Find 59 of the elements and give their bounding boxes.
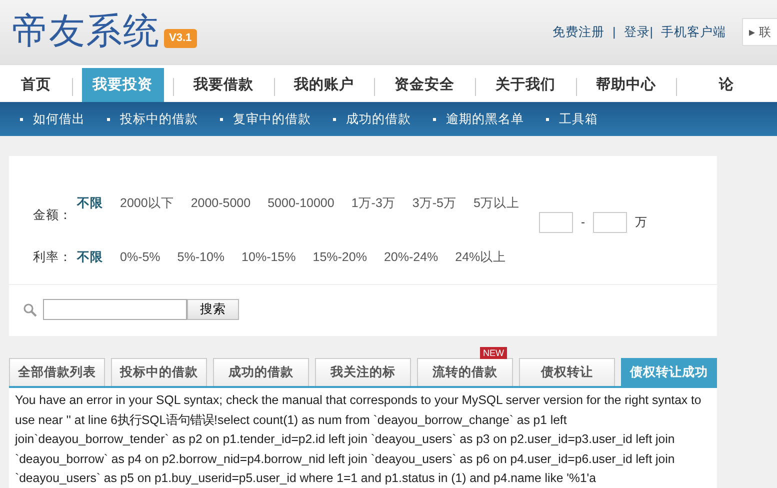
filter-option[interactable]: 3万-5万 <box>412 194 456 213</box>
corner-button[interactable]: ▸ 联 <box>742 18 777 46</box>
subnav-link[interactable]: 成功的借款 <box>346 110 411 128</box>
subnav-link[interactable]: 逾期的黑名单 <box>446 110 524 128</box>
filter-option[interactable]: 不限 <box>77 194 103 213</box>
unit-label: 万 <box>635 214 647 231</box>
filter-label: 金额： <box>32 207 73 224</box>
filter-option[interactable]: 2000-5000 <box>190 194 251 213</box>
filter-option[interactable]: 5万以上 <box>473 194 520 213</box>
nav-tab[interactable]: 关于我们 <box>474 68 576 102</box>
range-separator: - <box>581 214 585 231</box>
tab[interactable]: 我关注的标 <box>315 358 411 386</box>
filter-option[interactable]: 24%以上 <box>455 248 506 267</box>
search-button[interactable]: 搜索 <box>187 299 239 320</box>
nav-tab[interactable]: 帮助中心 <box>576 68 676 102</box>
nav-tab[interactable]: 我要借款 <box>172 68 274 102</box>
filter-option[interactable]: 0%-5% <box>120 248 160 267</box>
filter-option[interactable]: 5%-10% <box>177 248 225 267</box>
filter-option[interactable]: 20%-24% <box>384 248 438 267</box>
filter-option[interactable]: 不限 <box>77 248 103 267</box>
header-link[interactable]: 手机客户端 <box>661 22 726 42</box>
header-link[interactable]: 登录| <box>624 22 653 42</box>
nav-tab[interactable]: 我的账户 <box>274 68 374 102</box>
filter-option[interactable]: 1万-3万 <box>351 194 396 213</box>
max-amount-field[interactable] <box>593 212 627 232</box>
nav-tab[interactable]: 论 <box>676 68 777 102</box>
filter-option[interactable]: 2000以下 <box>120 194 174 213</box>
tab[interactable]: 投标中的借款 <box>111 358 207 386</box>
tab[interactable]: 成功的借款 <box>213 358 309 386</box>
error-message: You have an error in your SQL syntax; check the manual that corresponds to your MySQL server version for the right syntax to use near '' at line 6执行SQL语句错误!select count(1) as num from `deayou_borrow_change` as p1 left join`deayou_borrow_tender` as p2 on p1.tender_id=p2.id left join `deayou_users` as p3 on p2.user_id=p3.user_id left join `deayou_borrow` as p4 on p2.borrow_nid=p4.borrow_nid left join `deayou_users` as p6 on p4.user_id=p6.user_id left join `deayou_users` as p5 on p1.buy_userid=p5.user_id where 1=1 and p1.status in (1) and p4.name like '%1'a <box>9 388 717 488</box>
filter-option[interactable]: 15%-20% <box>312 248 367 267</box>
subnav-link[interactable]: 工具箱 <box>559 110 598 128</box>
search-icon <box>23 302 37 316</box>
link-separator: | <box>612 24 616 41</box>
bullet-icon <box>546 118 549 120</box>
subnav-link[interactable]: 如何借出 <box>33 110 85 128</box>
corner-label: 联 <box>759 24 771 41</box>
bullet-icon <box>107 118 110 120</box>
header-link[interactable]: 免费注册 <box>552 22 604 42</box>
filter-label: 利率： <box>32 249 73 266</box>
version-badge: V3.1 <box>164 29 197 48</box>
tab[interactable]: 债权转让 <box>519 358 615 386</box>
filter-option[interactable]: 10%-15% <box>242 248 296 267</box>
bullet-icon <box>333 118 336 120</box>
subnav-link[interactable]: 复审中的借款 <box>233 110 311 128</box>
search-field[interactable] <box>43 299 187 320</box>
nav-tab[interactable]: 资金安全 <box>374 68 475 102</box>
tab[interactable]: 全部借款列表 <box>9 358 105 386</box>
bullet-icon <box>20 118 23 120</box>
new-badge: NEW <box>480 347 507 359</box>
tab[interactable]: 流转的借款 <box>417 358 513 386</box>
nav-tab[interactable]: 首页 <box>0 68 72 102</box>
logo[interactable]: 帝友系统 <box>12 14 160 50</box>
min-amount-field[interactable] <box>539 212 573 232</box>
bullet-icon <box>433 118 436 120</box>
filter-option[interactable]: 5000-10000 <box>268 194 334 213</box>
subnav-link[interactable]: 投标中的借款 <box>120 110 198 128</box>
play-icon: ▸ <box>749 23 755 41</box>
bullet-icon <box>220 118 223 120</box>
